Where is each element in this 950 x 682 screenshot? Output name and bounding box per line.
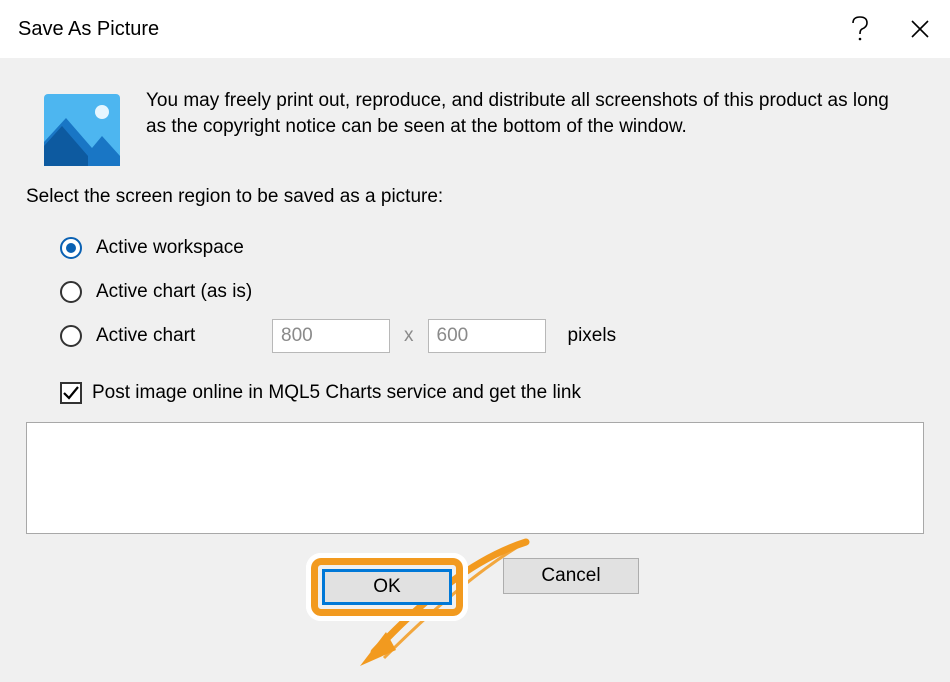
- pixels-label: pixels: [568, 325, 617, 347]
- link-output-textbox[interactable]: [26, 422, 924, 534]
- radio-icon: [60, 325, 82, 347]
- titlebar: Save As Picture: [0, 0, 950, 58]
- dialog-body: You may freely print out, reproduce, and…: [0, 58, 950, 682]
- checkbox-icon: [60, 382, 82, 404]
- help-button[interactable]: [830, 0, 890, 58]
- option-active-chart-asis[interactable]: Active chart (as is): [60, 270, 924, 314]
- checkmark-icon: [62, 384, 80, 402]
- option-label: Active chart (as is): [96, 281, 252, 303]
- height-input[interactable]: 600: [428, 319, 546, 353]
- option-label: Active chart: [96, 325, 264, 347]
- intro-section: You may freely print out, reproduce, and…: [26, 88, 924, 168]
- width-input[interactable]: 800: [272, 319, 390, 353]
- radio-icon: [60, 237, 82, 259]
- post-online-checkbox-row[interactable]: Post image online in MQL5 Charts service…: [60, 382, 924, 404]
- dialog-buttons: OK Cancel: [26, 558, 924, 616]
- help-icon: [851, 16, 869, 42]
- picture-icon: [44, 92, 120, 168]
- region-options: Active workspace Active chart (as is) Ac…: [60, 226, 924, 358]
- option-label: Active workspace: [96, 237, 244, 259]
- option-active-chart-size[interactable]: Active chart 800 x 600 pixels: [60, 314, 924, 358]
- radio-icon: [60, 281, 82, 303]
- ok-button-highlight: OK: [311, 558, 463, 616]
- dialog-title: Save As Picture: [18, 18, 830, 41]
- checkbox-label: Post image online in MQL5 Charts service…: [92, 382, 581, 404]
- select-region-label: Select the screen region to be saved as …: [26, 186, 924, 208]
- intro-text: You may freely print out, reproduce, and…: [146, 88, 924, 139]
- close-icon: [910, 19, 930, 39]
- cancel-button[interactable]: Cancel: [503, 558, 639, 594]
- ok-button[interactable]: OK: [322, 569, 452, 605]
- close-button[interactable]: [890, 0, 950, 58]
- option-active-workspace[interactable]: Active workspace: [60, 226, 924, 270]
- dimension-x: x: [404, 325, 414, 347]
- save-as-picture-dialog: Save As Picture You m: [0, 0, 950, 682]
